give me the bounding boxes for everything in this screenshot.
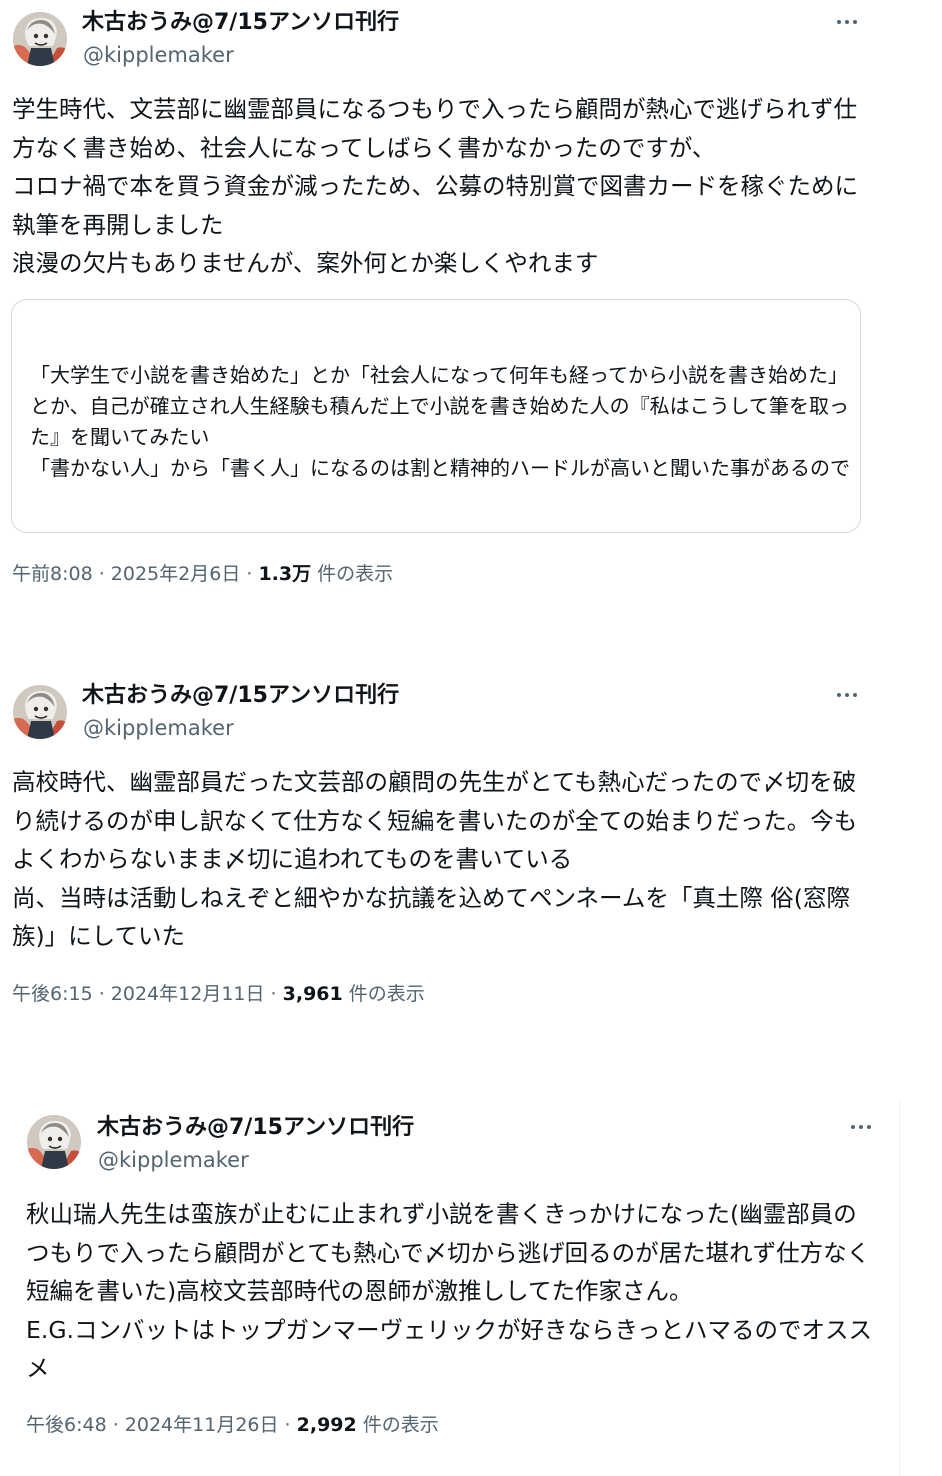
user-handle[interactable]: @kipplemaker <box>83 715 234 741</box>
user-handle[interactable]: @kipplemaker <box>98 1147 249 1173</box>
view-count: 2,992 <box>296 1414 357 1436</box>
tweet-text: 秋山瑞人先生は蛮族が止むに止まれず小説を書くきっかけになった(幽霊部員のつもりで… <box>26 1200 873 1382</box>
quoted-tweet-text: 「大学生で小説を書き始めた」とか「社会人になって何年も経ってから小説を書き始めた… <box>30 363 850 480</box>
tweet-3[interactable]: 木古おうみ@7/15アンソロ刊行 @kipplemaker 秋山瑞人先生は蛮族が… <box>0 1100 900 1476</box>
more-horizontal-icon[interactable] <box>844 1115 878 1139</box>
display-name[interactable]: 木古おうみ@7/15アンソロ刊行 <box>82 682 399 710</box>
display-name[interactable]: 木古おうみ@7/15アンソロ刊行 <box>82 9 399 37</box>
view-count: 3,961 <box>282 983 343 1005</box>
tweet-meta: 午前8:08 · 2025年2月6日 · 1.3万 件の表示 <box>12 562 393 586</box>
view-count-label: 件の表示 <box>342 983 425 1005</box>
avatar[interactable] <box>13 685 67 739</box>
quoted-tweet-card[interactable]: 「大学生で小説を書き始めた」とか「社会人になって何年も経ってから小説を書き始めた… <box>11 299 861 533</box>
display-name[interactable]: 木古おうみ@7/15アンソロ刊行 <box>97 1114 414 1142</box>
view-count: 1.3万 <box>258 563 312 585</box>
tweet-text: 学生時代、文芸部に幽霊部員になるつもりで入ったら顧問が熱心で逃げられず仕方なく書… <box>12 95 858 277</box>
tweet-2[interactable]: 木古おうみ@7/15アンソロ刊行 @kipplemaker 高校時代、幽霊部員だ… <box>0 672 900 1032</box>
avatar[interactable] <box>13 12 67 66</box>
tweet-timestamp[interactable]: 午後6:15 · 2024年12月11日 · <box>12 983 283 1005</box>
tweet-timestamp[interactable]: 午後6:48 · 2024年11月26日 · <box>26 1414 297 1436</box>
user-handle[interactable]: @kipplemaker <box>83 42 234 68</box>
tweet-meta: 午後6:48 · 2024年11月26日 · 2,992 件の表示 <box>26 1413 439 1437</box>
more-horizontal-icon[interactable] <box>830 10 864 34</box>
tweet-meta: 午後6:15 · 2024年12月11日 · 3,961 件の表示 <box>12 982 425 1006</box>
more-horizontal-icon[interactable] <box>830 683 864 707</box>
avatar[interactable] <box>27 1115 81 1169</box>
tweet-timestamp[interactable]: 午前8:08 · 2025年2月6日 · <box>12 563 258 585</box>
tweet-text: 高校時代、幽霊部員だった文芸部の顧問の先生がとても熱心だったので〆切を破り続ける… <box>12 768 858 950</box>
view-count-label: 件の表示 <box>311 563 394 585</box>
tweet-1[interactable]: 木古おうみ@7/15アンソロ刊行 @kipplemaker 学生時代、文芸部に幽… <box>0 0 900 610</box>
view-count-label: 件の表示 <box>356 1414 439 1436</box>
